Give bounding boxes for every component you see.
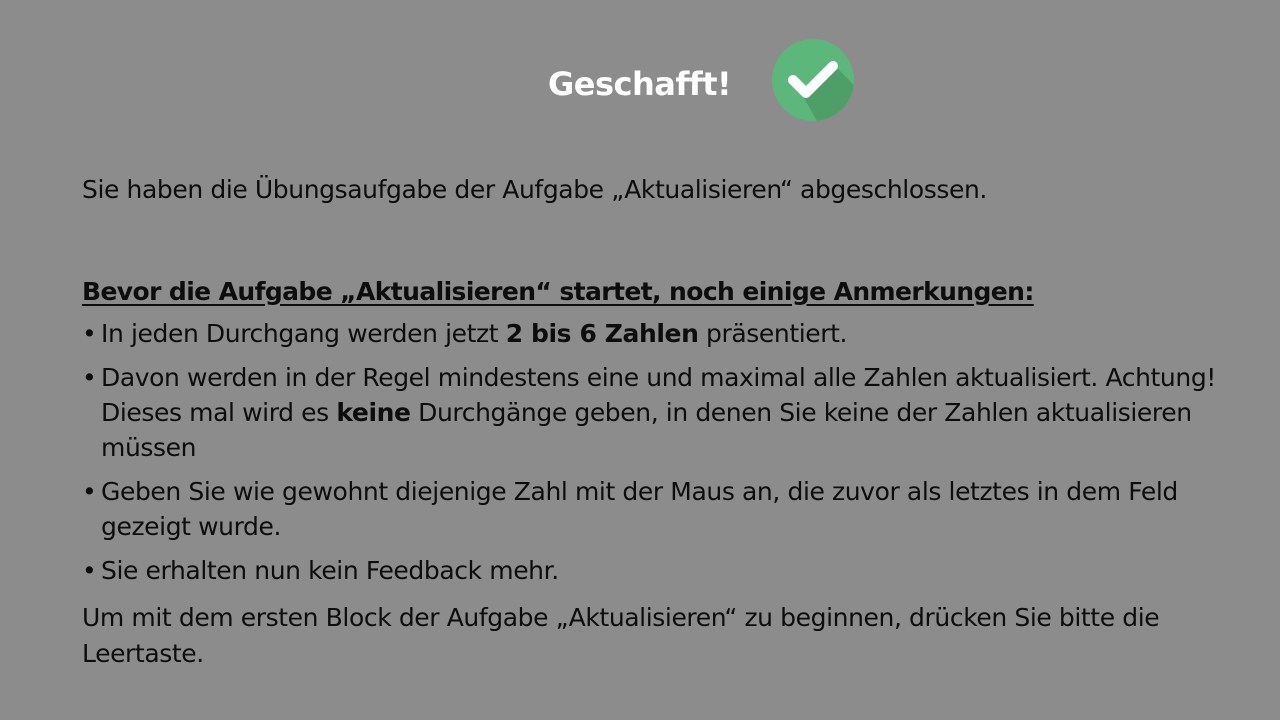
list-item-text: In jeden Durchgang werden jetzt [101,319,506,348]
list-item: • Sie erhalten nun kein Feedback mehr. [82,553,1222,588]
page-title: Geschafft! [548,65,732,103]
list-item-text: präsentiert. [698,319,848,348]
checkmark-circle-icon [772,39,854,121]
list-item-text: Geben Sie wie gewohnt diejenige Zahl mit… [101,477,1178,541]
list-item: • In jeden Durchgang werden jetzt 2 bis … [82,316,1222,351]
list-item: • Davon werden in der Regel mindestens e… [82,360,1222,465]
list-item: • Geben Sie wie gewohnt diejenige Zahl m… [82,474,1222,544]
bullet-icon: • [82,477,97,506]
bullet-icon: • [82,363,97,392]
list-item-text: Sie erhalten nun kein Feedback mehr. [101,556,559,585]
list-item-bold: 2 bis 6 Zahlen [505,319,699,348]
outro-text: Um mit dem ersten Block der Aufgabe „Akt… [82,603,1160,668]
notes-heading: Bevor die Aufgabe „Aktualisieren“ starte… [82,277,1034,306]
notes-list: • In jeden Durchgang werden jetzt 2 bis … [82,316,1222,597]
intro-text: Sie haben die Übungsaufgabe der Aufgabe … [82,175,987,204]
bullet-icon: • [82,556,97,585]
list-item-bold: keine [336,398,411,427]
bullet-icon: • [82,319,97,348]
